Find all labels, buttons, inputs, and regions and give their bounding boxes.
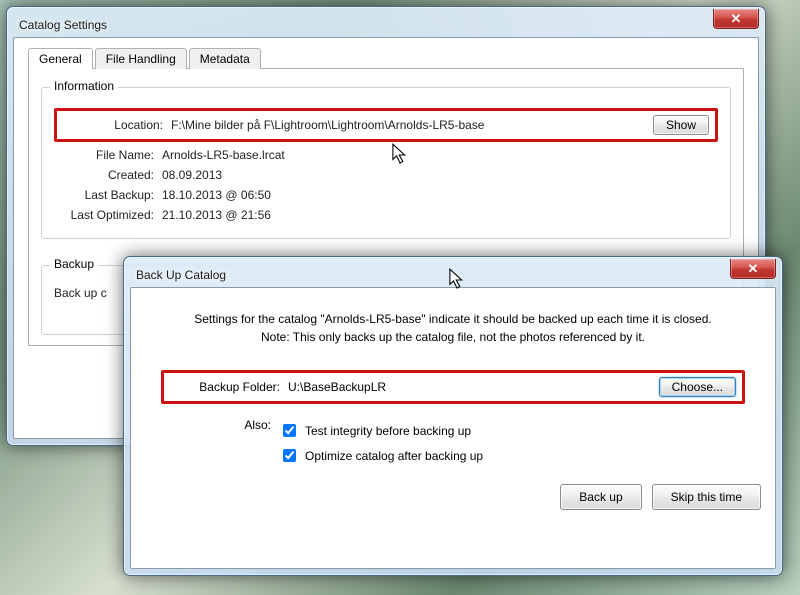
- optimize-input[interactable]: [283, 449, 296, 462]
- backup-folder-label: Backup Folder:: [170, 380, 280, 394]
- also-label: Also:: [145, 418, 271, 468]
- location-value: F:\Mine bilder på F\Lightroom\Lightroom\…: [171, 118, 653, 132]
- choose-button[interactable]: Choose...: [659, 377, 736, 397]
- tab-file-handling[interactable]: File Handling: [95, 48, 187, 69]
- backup-button[interactable]: Back up: [560, 484, 641, 510]
- titlebar[interactable]: Catalog Settings ✕: [13, 13, 759, 37]
- last-optimized-label: Last Optimized:: [54, 208, 154, 222]
- backup-each-label: Back up c: [54, 286, 107, 300]
- optimize-label: Optimize catalog after backing up: [305, 449, 483, 463]
- note-line1: Settings for the catalog "Arnolds-LR5-ba…: [175, 310, 731, 328]
- location-label: Location:: [63, 118, 163, 132]
- dialog-footer: Back up Skip this time: [145, 484, 761, 510]
- tab-metadata[interactable]: Metadata: [189, 48, 261, 69]
- tab-general[interactable]: General: [28, 48, 93, 69]
- backup-folder-row-highlight: Backup Folder: U:\BaseBackupLR Choose...: [161, 370, 745, 404]
- group-information-label: Information: [50, 79, 118, 93]
- show-button[interactable]: Show: [653, 115, 709, 135]
- backup-note: Settings for the catalog "Arnolds-LR5-ba…: [175, 310, 731, 346]
- created-value: 08.09.2013: [162, 168, 718, 182]
- backup-folder-value: U:\BaseBackupLR: [288, 380, 659, 394]
- note-line2: Note: This only backs up the catalog fil…: [175, 328, 731, 346]
- close-icon[interactable]: ✕: [730, 259, 776, 279]
- backup-catalog-window: Back Up Catalog ✕ Settings for the catal…: [123, 256, 783, 576]
- window-title: Catalog Settings: [15, 18, 107, 32]
- titlebar[interactable]: Back Up Catalog ✕: [130, 263, 776, 287]
- test-integrity-checkbox[interactable]: Test integrity before backing up: [279, 421, 483, 440]
- optimize-checkbox[interactable]: Optimize catalog after backing up: [279, 446, 483, 465]
- skip-button[interactable]: Skip this time: [652, 484, 761, 510]
- test-integrity-input[interactable]: [283, 424, 296, 437]
- close-icon[interactable]: ✕: [713, 9, 759, 29]
- tabstrip: General File Handling Metadata: [28, 48, 744, 69]
- created-label: Created:: [54, 168, 154, 182]
- window-title: Back Up Catalog: [132, 268, 226, 282]
- last-optimized-value: 21.10.2013 @ 21:56: [162, 208, 718, 222]
- group-information: Information Location: F:\Mine bilder på …: [41, 87, 731, 239]
- location-row-highlight: Location: F:\Mine bilder på F\Lightroom\…: [54, 108, 718, 142]
- group-backup-label: Backup: [50, 257, 98, 271]
- client-area: Settings for the catalog "Arnolds-LR5-ba…: [130, 287, 776, 569]
- last-backup-value: 18.10.2013 @ 06:50: [162, 188, 718, 202]
- filename-value: Arnolds-LR5-base.lrcat: [162, 148, 718, 162]
- also-section: Also: Test integrity before backing up O…: [145, 418, 761, 468]
- test-integrity-label: Test integrity before backing up: [305, 424, 471, 438]
- last-backup-label: Last Backup:: [54, 188, 154, 202]
- filename-label: File Name:: [54, 148, 154, 162]
